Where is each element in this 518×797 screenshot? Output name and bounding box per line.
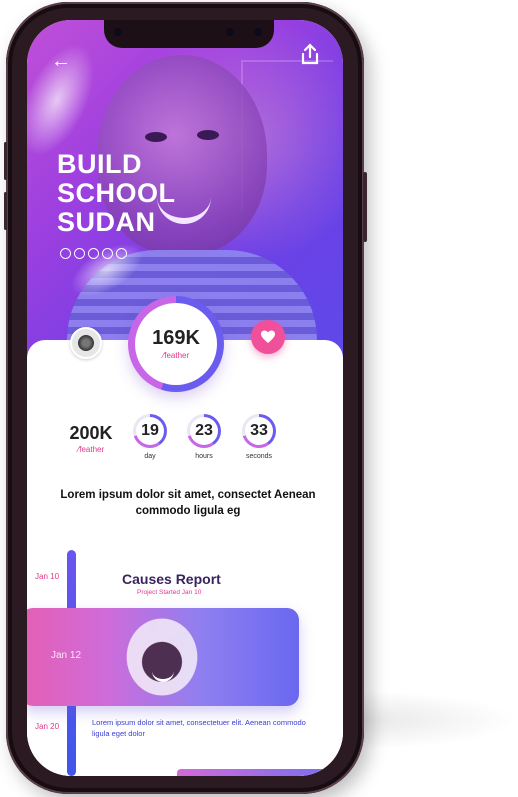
timeline-entry-text: Lorem ipsum dolor sit amet, consectetuer…	[92, 718, 306, 738]
child-photo	[117, 608, 207, 706]
camera-icon	[114, 28, 122, 36]
report-title: Causes Report	[122, 571, 221, 587]
report-photo-card[interactable]: Jan 12	[27, 608, 299, 706]
countdown-days: 19 day	[128, 414, 172, 460]
countdown-label: hours	[195, 453, 213, 460]
app-screen: ← BUILD SCHOOL SUDAN 169K ⁄feather 200K …	[27, 20, 343, 776]
report-subtitle: Project Started Jan 10	[137, 589, 202, 596]
countdown-label: seconds	[245, 453, 273, 460]
book-icon	[88, 248, 99, 259]
volume-button	[4, 142, 7, 180]
share-button[interactable]	[299, 42, 321, 66]
tree-icon	[116, 248, 127, 259]
share-icon	[301, 43, 319, 65]
volume-button	[4, 192, 7, 230]
category-icons	[60, 248, 127, 259]
camera-icon	[226, 28, 234, 36]
power-button	[363, 172, 367, 242]
bottom-card-edge	[177, 769, 327, 776]
eye-shape	[197, 130, 219, 140]
favorite-button[interactable]	[251, 320, 285, 354]
countdown-label: day	[144, 453, 156, 460]
back-button[interactable]: ←	[51, 50, 71, 73]
countdown-value: 19	[136, 417, 164, 445]
countdown-seconds: 33 seconds	[237, 414, 281, 460]
countdown-value: 23	[190, 417, 218, 445]
timeline-date: Jan 10	[35, 572, 60, 581]
water-icon	[74, 248, 85, 259]
eye-shape	[145, 132, 167, 142]
countdown-value: 33	[245, 417, 273, 445]
raised-progress-ring: 169K ⁄feather	[128, 296, 224, 392]
timeline-date: Jan 12	[51, 650, 82, 661]
heart-icon	[261, 330, 275, 343]
arrow-left-icon: ←	[51, 50, 71, 72]
campaign-description: Lorem ipsum dolor sit amet, consectet Ae…	[60, 489, 316, 517]
goal-unit: ⁄feather	[77, 445, 105, 454]
timeline-date: Jan 20	[35, 722, 60, 731]
camera-notch	[104, 20, 274, 48]
heart-icon	[102, 248, 113, 259]
home-icon	[60, 248, 71, 259]
campaign-title: BUILD SCHOOL SUDAN	[57, 149, 176, 237]
goal-value: 200K	[69, 423, 113, 443]
raised-unit: ⁄feather	[162, 351, 190, 360]
raised-value: 169K	[152, 327, 200, 349]
goal-stat: 200K ⁄feather	[58, 423, 124, 454]
camera-icon	[254, 28, 262, 36]
organization-logo[interactable]	[70, 327, 102, 359]
countdown-hours: 23 hours	[182, 414, 226, 460]
phone-frame: ← BUILD SCHOOL SUDAN 169K ⁄feather 200K …	[4, 2, 367, 794]
